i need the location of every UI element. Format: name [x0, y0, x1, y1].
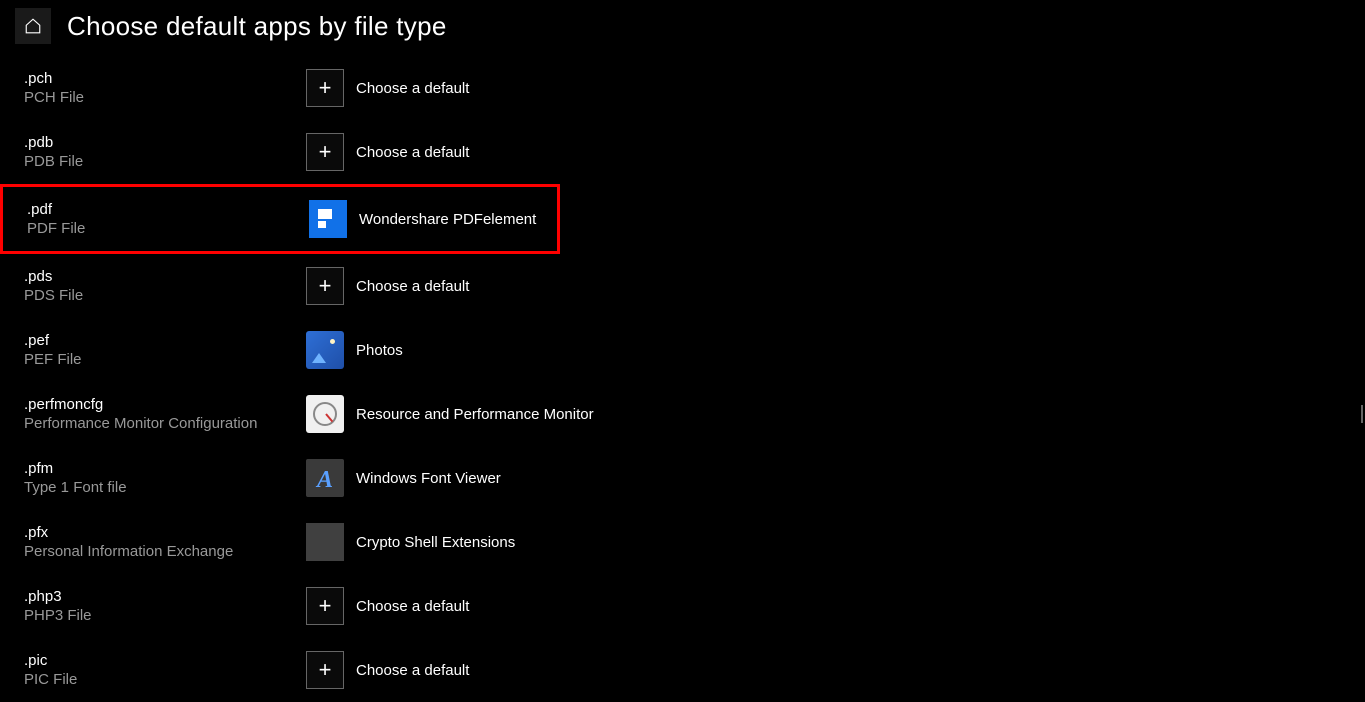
app-label: Wondershare PDFelement: [359, 211, 536, 228]
extension-column: .pchPCH File: [24, 69, 306, 108]
app-label: Photos: [356, 342, 403, 359]
extension-description: PCH File: [24, 88, 306, 108]
plus-icon[interactable]: +: [306, 133, 344, 171]
home-icon: [24, 17, 42, 35]
perfmon-icon[interactable]: [306, 395, 344, 433]
app-label: Choose a default: [356, 598, 469, 615]
app-column[interactable]: Crypto Shell Extensions: [306, 523, 515, 561]
plus-icon[interactable]: +: [306, 587, 344, 625]
plus-icon[interactable]: +: [306, 651, 344, 689]
app-column[interactable]: Resource and Performance Monitor: [306, 395, 594, 433]
app-label: Resource and Performance Monitor: [356, 406, 594, 423]
app-column[interactable]: + Choose a default: [306, 587, 469, 625]
scrollbar-thumb[interactable]: [1361, 405, 1363, 423]
file-type-row[interactable]: .pdbPDB File + Choose a default: [24, 120, 1365, 184]
extension-label: .pfx: [24, 523, 306, 543]
extension-label: .pef: [24, 331, 306, 351]
extension-description: PDF File: [27, 219, 309, 239]
extension-description: Type 1 Font file: [24, 478, 306, 498]
app-label: Choose a default: [356, 144, 469, 161]
extension-description: Performance Monitor Configuration: [24, 414, 306, 434]
file-type-row[interactable]: .php3PHP3 File + Choose a default: [24, 574, 1365, 638]
extension-description: PHP3 File: [24, 606, 306, 626]
file-type-row[interactable]: .pdfPDF File Wondershare PDFelement: [0, 184, 560, 254]
extension-label: .php3: [24, 587, 306, 607]
file-type-row[interactable]: .pefPEF File Photos: [24, 318, 1365, 382]
extension-label: .pic: [24, 651, 306, 671]
extension-column: .pfmType 1 Font file: [24, 459, 306, 498]
extension-column: .perfmoncfgPerformance Monitor Configura…: [24, 395, 306, 434]
svg-text:A: A: [315, 467, 333, 493]
plus-sign: +: [319, 141, 332, 163]
app-column[interactable]: + Choose a default: [306, 267, 469, 305]
home-button[interactable]: [15, 8, 51, 44]
file-type-row[interactable]: .perfmoncfgPerformance Monitor Configura…: [24, 382, 1365, 446]
extension-column: .pfxPersonal Information Exchange: [24, 523, 306, 562]
app-column[interactable]: A Windows Font Viewer: [306, 459, 501, 497]
plus-sign: +: [319, 275, 332, 297]
extension-column: .pdsPDS File: [24, 267, 306, 306]
extension-label: .pds: [24, 267, 306, 287]
extension-label: .pfm: [24, 459, 306, 479]
plus-icon[interactable]: +: [306, 267, 344, 305]
plus-sign: +: [319, 595, 332, 617]
extension-description: PDS File: [24, 286, 306, 306]
file-type-row[interactable]: .pfxPersonal Information Exchange Crypto …: [24, 510, 1365, 574]
file-type-list: .pchPCH File+Choose a default.pdbPDB Fil…: [0, 52, 1365, 702]
app-label: Crypto Shell Extensions: [356, 534, 515, 551]
app-label: Windows Font Viewer: [356, 470, 501, 487]
app-label: Choose a default: [356, 278, 469, 295]
plus-icon[interactable]: +: [306, 69, 344, 107]
page-title: Choose default apps by file type: [67, 11, 447, 42]
file-type-row[interactable]: .pfmType 1 Font file A Windows Font Viewer: [24, 446, 1365, 510]
app-column[interactable]: + Choose a default: [306, 69, 469, 107]
pdfelement-icon[interactable]: [309, 200, 347, 238]
file-type-row[interactable]: .pdsPDS File + Choose a default: [24, 254, 1365, 318]
app-column[interactable]: Wondershare PDFelement: [309, 200, 536, 238]
extension-description: Personal Information Exchange: [24, 542, 306, 562]
extension-label: .pch: [24, 69, 306, 89]
extension-column: .pefPEF File: [24, 331, 306, 370]
extension-description: PEF File: [24, 350, 306, 370]
app-column[interactable]: + Choose a default: [306, 133, 469, 171]
photos-icon[interactable]: [306, 331, 344, 369]
extension-label: .pdb: [24, 133, 306, 153]
file-type-row[interactable]: .picPIC File + Choose a default: [24, 638, 1365, 702]
app-column[interactable]: + Choose a default: [306, 651, 469, 689]
app-label: Choose a default: [356, 80, 469, 97]
extension-label: .pdf: [27, 200, 309, 220]
plus-sign: +: [319, 77, 332, 99]
app-label: Choose a default: [356, 662, 469, 679]
extension-column: .pdfPDF File: [27, 200, 309, 239]
extension-column: .picPIC File: [24, 651, 306, 690]
extension-description: PIC File: [24, 670, 306, 690]
header: Choose default apps by file type: [0, 0, 1365, 52]
app-column[interactable]: Photos: [306, 331, 403, 369]
crypto-icon[interactable]: [306, 523, 344, 561]
plus-sign: +: [319, 659, 332, 681]
extension-column: .pdbPDB File: [24, 133, 306, 172]
extension-description: PDB File: [24, 152, 306, 172]
extension-column: .php3PHP3 File: [24, 587, 306, 626]
fontviewer-icon[interactable]: A: [306, 459, 344, 497]
extension-label: .perfmoncfg: [24, 395, 306, 415]
file-type-row[interactable]: .pchPCH File + Choose a default: [24, 56, 1365, 120]
